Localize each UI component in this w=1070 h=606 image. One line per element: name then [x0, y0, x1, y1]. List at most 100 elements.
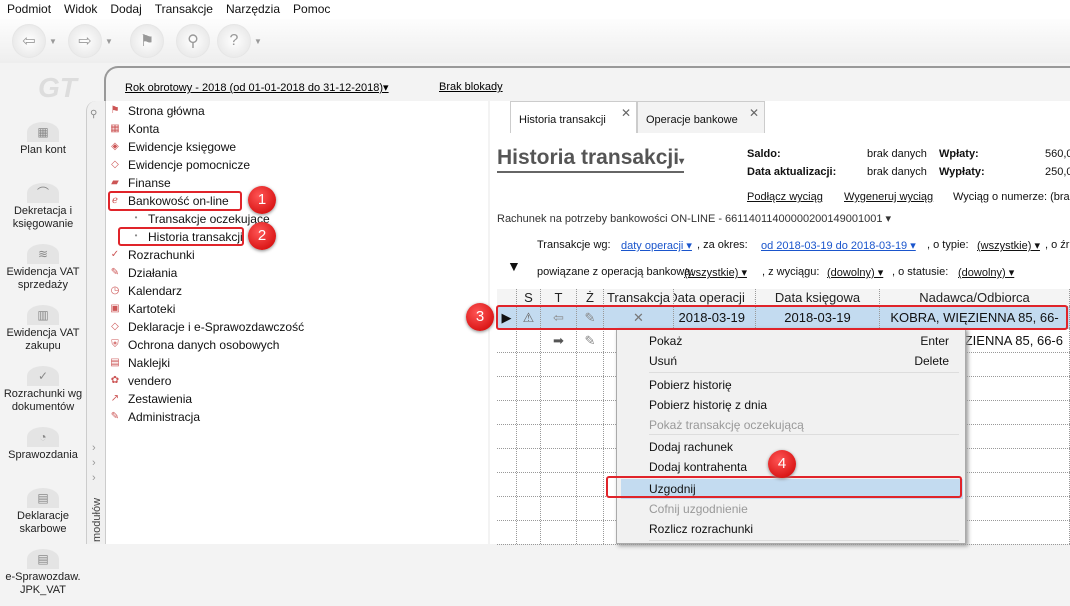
grid-cell: Data księgowa — [756, 289, 880, 306]
column-header[interactable]: Nadawca/Odbiorca — [919, 290, 1030, 305]
page-title[interactable]: Historia transakcji▾ — [497, 146, 685, 173]
column-header[interactable]: Transakcja — [607, 290, 670, 305]
grid-cell — [577, 449, 604, 472]
nav-deklaracje[interactable]: ▤ Deklaracje skarbowe — [0, 488, 86, 545]
menu-item[interactable]: Usuń Delete — [649, 351, 959, 371]
menu-pomoc[interactable]: Pomoc — [286, 0, 336, 19]
chevron-down-icon[interactable]: ▼ — [105, 37, 113, 46]
tab-operacje-bankowe[interactable]: Operacje bankowe ✕ — [637, 101, 765, 133]
grid-cell — [497, 353, 517, 376]
help-icon[interactable]: ? — [217, 24, 251, 58]
saldo-value: brak danych — [867, 148, 927, 160]
tree-item[interactable]: ◇ Deklaracje i e-Sprawozdawczość — [108, 318, 304, 336]
statement-filter[interactable]: (dowolny) ▾ — [827, 266, 883, 279]
nav-vat-sprzedazy[interactable]: ≋ Ewidencja VAT sprzedaży — [0, 244, 86, 301]
tree-item[interactable]: ▦ Konta — [108, 120, 159, 138]
menu-item[interactable]: Pokaż Enter — [649, 331, 959, 351]
menu-item[interactable]: Dodaj rachunek — [649, 437, 959, 457]
period-filter[interactable]: od 2018-03-19 do 2018-03-19 ▾ — [761, 239, 916, 252]
close-icon[interactable]: ✕ — [749, 106, 759, 120]
menu-item[interactable]: Pokaż transakcję oczekującą — [649, 415, 959, 435]
menu-separator — [649, 540, 959, 541]
chevron-down-icon[interactable]: ▼ — [49, 37, 57, 46]
menu-transakcje[interactable]: Transakcje — [148, 0, 219, 19]
tree-item[interactable]: ▤ Naklejki — [108, 354, 170, 372]
column-header[interactable]: T — [555, 290, 563, 305]
chevron-down-icon[interactable]: ▼ — [254, 37, 262, 46]
wyplaty-label: Wypłaty: — [939, 166, 985, 178]
menu-dodaj[interactable]: Dodaj — [103, 0, 147, 19]
menu-item[interactable]: Cofnij uzgodnienie — [649, 499, 959, 519]
tab-label: Historia transakcji — [519, 114, 606, 126]
grid-cell — [541, 497, 577, 520]
pin-icon[interactable]: ⚲ — [90, 109, 97, 120]
paperclip-icon: ⌒ — [27, 183, 59, 203]
nav-plan-kont[interactable]: ▦ Plan kont — [0, 122, 86, 179]
generate-statement-link[interactable]: Wygeneruj wyciąg — [844, 191, 933, 203]
grid-cell: Ż — [577, 289, 604, 306]
menu-item[interactable]: Rozlicz rozrachunki — [649, 519, 959, 539]
tree-item-icon: ⚑ — [110, 105, 120, 116]
menu-item-label: Dodaj rachunek — [649, 440, 734, 454]
menu-item[interactable]: Pobierz historię — [649, 375, 959, 395]
menu-podmiot[interactable]: Podmiot — [0, 0, 57, 19]
close-icon[interactable]: ✕ — [621, 106, 631, 120]
lock-status-link[interactable]: Brak blokady — [439, 81, 503, 93]
nav-jpk[interactable]: ▤ e-Sprawozdaw. JPK_VAT — [0, 549, 86, 606]
account-selector[interactable]: Rachunek na potrzeby bankowości ON-LINE … — [497, 212, 891, 225]
collapse-filters-icon[interactable]: ▼ — [507, 258, 521, 274]
books-icon: ▥ — [27, 305, 59, 325]
status-filter[interactable]: (dowolny) ▾ — [958, 266, 1014, 279]
attach-statement-link[interactable]: Podłącz wyciąg — [747, 191, 823, 203]
tree-item[interactable]: ✿ vendero — [108, 372, 172, 390]
tree-item[interactable]: ↗ Zestawienia — [108, 390, 192, 408]
grid-cell — [517, 449, 541, 472]
tree-item[interactable]: ✓ Rozrachunki — [108, 246, 195, 264]
column-header[interactable]: Data księgowa — [775, 290, 860, 305]
tree-item[interactable]: ◷ Kalendarz — [108, 282, 182, 300]
grid-cell: Transakcja — [604, 289, 674, 306]
column-header[interactable]: S — [524, 290, 533, 305]
column-header[interactable]: Data operacji — [674, 290, 745, 305]
tree-item[interactable]: ✎ Działania — [108, 264, 178, 282]
date-type-filter[interactable]: daty operacji ▾ — [621, 239, 692, 252]
tree-item[interactable]: ⚑ Strona główna — [108, 102, 205, 120]
tree-item[interactable]: ▰ Finanse — [108, 174, 171, 192]
nav-label: Deklaracje skarbowe — [17, 510, 69, 535]
tree-item-icon: ◈ — [111, 141, 119, 152]
expand-chevrons-icon[interactable]: › › › — [92, 441, 96, 486]
tree-item[interactable]: ▣ Kartoteki — [108, 300, 175, 318]
column-header[interactable]: Ż — [586, 290, 594, 305]
linked-operation-filter[interactable]: (wszystkie) ▾ — [684, 266, 747, 279]
step-badge: 3 — [466, 303, 494, 331]
jpk-icon: ▤ — [27, 549, 59, 569]
back-icon[interactable]: ⇦ — [12, 24, 46, 58]
tree-item[interactable]: • Transakcje oczekujące — [132, 210, 270, 228]
nav-rozrachunki-dok[interactable]: ✓ Rozrachunki wg dokumentów — [0, 366, 86, 423]
fiscal-year-dropdown[interactable]: Rok obrotowy - 2018 (od 01-01-2018 do 31… — [125, 81, 389, 94]
update-date-value: brak danych — [867, 166, 927, 178]
grid-cell: ➡ — [541, 329, 577, 352]
nav-dekretacja[interactable]: ⌒ Dekretacja i księgowanie — [0, 183, 86, 240]
stamp-icon[interactable]: ⚲ — [176, 24, 210, 58]
tree-item-icon: • — [134, 213, 138, 222]
tree-item[interactable]: ✎ Administracja — [108, 408, 200, 426]
tree-item[interactable]: ◇ Ewidencje pomocnicze — [108, 156, 250, 174]
wyplaty-value: 250,0 — [1045, 166, 1070, 178]
grid-cell — [517, 497, 541, 520]
tree-item[interactable]: ◈ Ewidencje księgowe — [108, 138, 236, 156]
nav-vat-zakupu[interactable]: ▥ Ewidencja VAT zakupu — [0, 305, 86, 362]
menu-item-label: Pobierz historię z dnia — [649, 398, 768, 412]
menu-narzedzia[interactable]: Narzędzia — [219, 0, 286, 19]
menu-item[interactable]: Pobierz historię z dnia — [649, 395, 959, 415]
modules-strip[interactable]: ⚲ › › › modułów — [86, 101, 106, 544]
nav-sprawozdania[interactable]: ◔ Sprawozdania — [0, 427, 86, 484]
menu-widok[interactable]: Widok — [57, 0, 103, 19]
type-filter[interactable]: (wszystkie) ▾ — [977, 239, 1040, 252]
tree-item[interactable]: ⛨ Ochrona danych osobowych — [108, 336, 279, 354]
tab-historia-transakcji[interactable]: Historia transakcji ✕ — [510, 101, 637, 133]
forward-icon[interactable]: ⇨ — [68, 24, 102, 58]
menu-item[interactable]: Dodaj kontrahenta — [649, 457, 959, 477]
start-flag-icon[interactable]: ⚑ — [130, 24, 164, 58]
grid-cell — [541, 377, 577, 400]
